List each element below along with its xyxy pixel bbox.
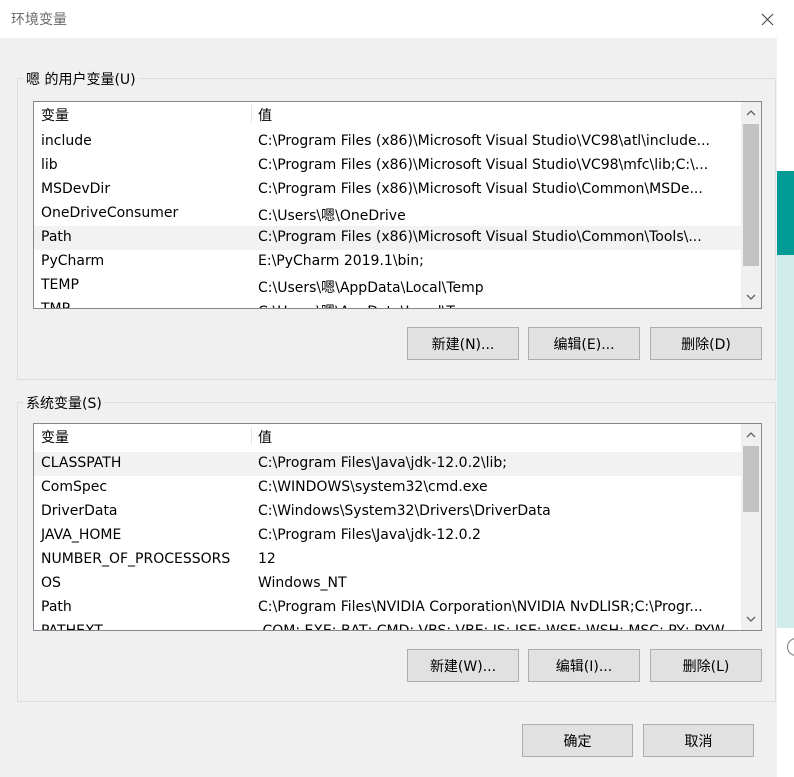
scroll-down-button[interactable] — [741, 288, 761, 306]
variable-value: 12 — [258, 551, 276, 567]
user-variables-label: 嗯 的用户变量(U) — [23, 69, 139, 89]
table-row[interactable]: PyCharm E:\PyCharm 2019.1\bin; — [34, 250, 741, 274]
chevron-down-icon — [746, 294, 756, 300]
variable-name: lib — [41, 157, 58, 173]
table-row[interactable]: TEMP C:\Users\嗯\AppData\Local\Temp — [34, 274, 741, 298]
table-row-selected[interactable]: Path C:\Program Files (x86)\Microsoft Vi… — [34, 226, 741, 250]
variable-name: TMP — [41, 301, 71, 309]
table-row[interactable]: TMP C:\Users\嗯\AppData\Local\Temp — [34, 298, 741, 309]
scroll-thumb[interactable] — [743, 446, 759, 512]
table-row[interactable]: DriverData C:\Windows\System32\Drivers\D… — [34, 500, 741, 524]
column-header-name[interactable]: 变量 — [41, 105, 69, 125]
scroll-thumb[interactable] — [743, 124, 759, 266]
table-row[interactable]: OneDriveConsumer C:\Users\嗯\OneDrive — [34, 202, 741, 226]
variable-value: C:\Users\嗯\OneDrive — [258, 208, 406, 224]
table-row[interactable]: PATHEXT .COM;.EXE;.BAT;.CMD;.VBS;.VBE;.J… — [34, 620, 741, 631]
variable-name: CLASSPATH — [41, 455, 122, 471]
variable-value: C:\Windows\System32\Drivers\DriverData — [258, 503, 551, 519]
scroll-up-button[interactable] — [741, 426, 761, 444]
variable-name: JAVA_HOME — [41, 527, 122, 543]
title-bar: 环境变量 — [0, 0, 794, 38]
background-panel — [777, 255, 794, 628]
variable-name: Path — [41, 229, 72, 245]
scroll-up-button[interactable] — [741, 104, 761, 122]
system-variables-label: 系统变量(S) — [23, 393, 105, 413]
table-row[interactable]: OS Windows_NT — [34, 572, 741, 596]
table-row[interactable]: NUMBER_OF_PROCESSORS 12 — [34, 548, 741, 572]
column-header-value[interactable]: 值 — [258, 105, 272, 125]
help-icon: ? — [787, 638, 794, 656]
variable-value: C:\Users\嗯\AppData\Local\Temp — [258, 301, 736, 308]
variable-value: C:\Program Files (x86)\Microsoft Visual … — [258, 157, 709, 173]
close-icon — [761, 13, 773, 25]
system-variables-list[interactable]: 变量 值 CLASSPATH C:\Program Files\Java\jdk… — [33, 423, 762, 631]
variable-value: C:\Program Files (x86)\Microsoft Visual … — [258, 133, 710, 149]
variable-value: .COM;.EXE;.BAT;.CMD;.VBS;.VBE;.JS;.JSE;.… — [258, 623, 725, 631]
table-row[interactable]: Path C:\Program Files\NVIDIA Corporation… — [34, 596, 741, 620]
system-edit-button[interactable]: 编辑(I)... — [528, 649, 640, 682]
variable-value: C:\Program Files\NVIDIA Corporation\NVID… — [258, 599, 703, 615]
variable-name: PATHEXT — [41, 623, 103, 631]
background-accent — [777, 171, 794, 255]
variable-value: Windows_NT — [258, 575, 347, 591]
table-row[interactable]: lib C:\Program Files (x86)\Microsoft Vis… — [34, 154, 741, 178]
variable-name: NUMBER_OF_PROCESSORS — [41, 551, 231, 567]
variable-name: PyCharm — [41, 253, 105, 269]
vertical-scrollbar[interactable] — [741, 424, 761, 630]
variable-value: C:\Program Files (x86)\Microsoft Visual … — [258, 181, 703, 197]
user-new-button[interactable]: 新建(N)... — [407, 327, 519, 360]
table-row[interactable]: include C:\Program Files (x86)\Microsoft… — [34, 130, 741, 154]
window-title: 环境变量 — [11, 12, 67, 28]
variable-value: C:\Users\嗯\AppData\Local\Temp — [258, 280, 484, 296]
chevron-up-icon — [746, 432, 756, 438]
variable-value: E:\PyCharm 2019.1\bin; — [258, 253, 424, 269]
variable-name: ComSpec — [41, 479, 108, 495]
system-delete-button[interactable]: 删除(L) — [650, 649, 762, 682]
scroll-down-button[interactable] — [741, 610, 761, 628]
list-header: 变量 值 — [34, 424, 741, 448]
ok-button[interactable]: 确定 — [522, 724, 633, 757]
column-header-value[interactable]: 值 — [258, 427, 272, 447]
user-edit-button[interactable]: 编辑(E)... — [528, 327, 640, 360]
variable-name: MSDevDir — [41, 181, 111, 197]
table-row-selected[interactable]: CLASSPATH C:\Program Files\Java\jdk-12.0… — [34, 452, 741, 476]
column-separator[interactable] — [251, 427, 252, 445]
system-new-button[interactable]: 新建(W)... — [407, 649, 519, 682]
chevron-down-icon — [746, 616, 756, 622]
column-separator[interactable] — [251, 105, 252, 123]
chevron-up-icon — [746, 110, 756, 116]
variable-name: DriverData — [41, 503, 118, 519]
table-row[interactable]: JAVA_HOME C:\Program Files\Java\jdk-12.0… — [34, 524, 741, 548]
close-button[interactable] — [744, 0, 790, 38]
background-window-edge: ? — [777, 38, 794, 777]
vertical-scrollbar[interactable] — [741, 102, 761, 308]
variable-value: C:\WINDOWS\system32\cmd.exe — [258, 479, 488, 495]
table-row[interactable]: ComSpec C:\WINDOWS\system32\cmd.exe — [34, 476, 741, 500]
variable-value: C:\Program Files (x86)\Microsoft Visual … — [258, 229, 702, 245]
variable-name: OneDriveConsumer — [41, 205, 179, 221]
variable-name: OS — [41, 575, 61, 591]
variable-name: Path — [41, 599, 72, 615]
user-variables-list[interactable]: 变量 值 include C:\Program Files (x86)\Micr… — [33, 101, 762, 309]
column-header-name[interactable]: 变量 — [41, 427, 69, 447]
variable-name: TEMP — [41, 277, 79, 293]
cancel-button[interactable]: 取消 — [643, 724, 754, 757]
user-delete-button[interactable]: 删除(D) — [650, 327, 762, 360]
table-row[interactable]: MSDevDir C:\Program Files (x86)\Microsof… — [34, 178, 741, 202]
list-header: 变量 值 — [34, 102, 741, 126]
variable-name: include — [41, 133, 92, 149]
variable-value: C:\Program Files\Java\jdk-12.0.2\lib; — [258, 455, 508, 471]
variable-value: C:\Program Files\Java\jdk-12.0.2 — [258, 527, 481, 543]
